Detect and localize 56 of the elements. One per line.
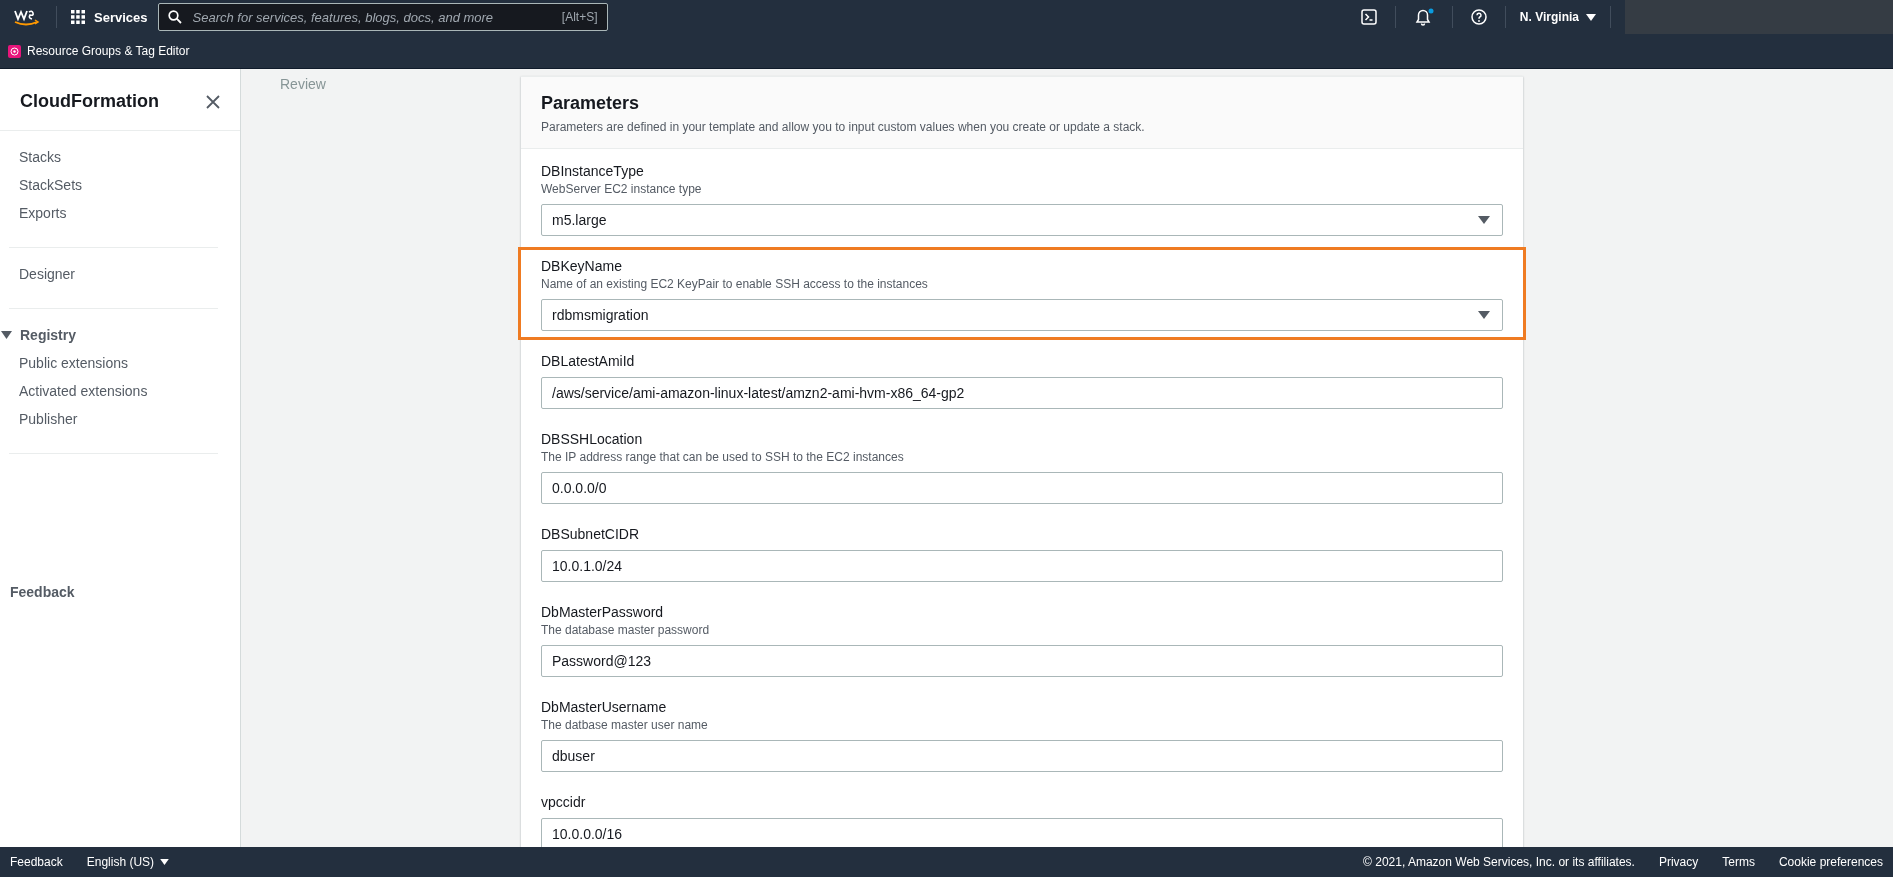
parameter-description: WebServer EC2 instance type [541, 182, 703, 196]
footer-link[interactable]: Terms [1722, 855, 1755, 869]
notifications-icon[interactable] [1413, 8, 1434, 26]
parameter-description: The datbase master user name [541, 718, 709, 732]
input-field[interactable]: Password@123 [541, 645, 1503, 677]
parameter-label: DbMasterPassword [541, 604, 665, 620]
sidebar-section-toggle[interactable]: Registry [1, 321, 218, 349]
select-field[interactable]: rdbmsmigration [541, 299, 1503, 331]
parameter-label: DBLatestAmiId [541, 353, 636, 369]
parameter-label: DBSubnetCIDR [541, 526, 641, 542]
terminal-icon[interactable] [1360, 9, 1377, 25]
region-selector[interactable]: N. Virginia [1519, 10, 1596, 24]
parameter-description: The database master password [541, 623, 711, 637]
help-icon[interactable] [1470, 9, 1487, 25]
dropdown-caret-icon [1478, 311, 1490, 319]
parameter-description: Name of an existing EC2 KeyPair to enable SSH access to the instances [541, 277, 929, 291]
sidebar-link[interactable]: Designer [9, 260, 218, 288]
input-field[interactable]: dbuser [541, 740, 1503, 772]
select-field[interactable]: m5.large [541, 204, 1503, 236]
sidebar-link[interactable]: Stacks [9, 143, 218, 171]
sidebar-link[interactable]: Exports [9, 199, 218, 227]
copyright-text: © 2021, Amazon Web Services, Inc. or its affiliates. [1363, 855, 1635, 869]
input-field[interactable]: /aws/service/ami-amazon-linux-latest/amzn2-ami-hvm-x86_64-gp2 [541, 377, 1503, 409]
card-title: Parameters [541, 93, 641, 114]
aws-logo-icon[interactable] [12, 7, 42, 27]
footer-feedback-link[interactable]: Feedback [10, 855, 63, 869]
parameter-label: DBInstanceType [541, 163, 645, 179]
services-menu-button[interactable]: Services [71, 9, 148, 25]
sidebar-link[interactable]: StackSets [9, 171, 218, 199]
parameter-label: DbMasterUsername [541, 699, 668, 715]
dropdown-caret-icon [1478, 216, 1490, 224]
search-icon [167, 10, 182, 24]
footer-link[interactable]: Cookie preferences [1778, 855, 1883, 869]
caret-icon [160, 859, 170, 865]
close-icon[interactable] [206, 94, 220, 109]
footer-link[interactable]: Privacy [1658, 855, 1699, 869]
service-icon [8, 44, 21, 58]
input-field[interactable]: 10.0.1.0/24 [541, 550, 1503, 582]
sidebar-link[interactable]: Activated extensions [9, 377, 218, 405]
input-field[interactable]: 0.0.0.0/0 [541, 472, 1503, 504]
language-selector[interactable]: English (US) [86, 855, 170, 869]
sidebar-title: CloudFormation [20, 91, 159, 112]
parameter-label: vpccidr [541, 794, 587, 810]
grid-icon [71, 10, 85, 24]
wizard-step-label: Review [280, 76, 326, 92]
feedback-link[interactable]: Feedback [0, 454, 240, 600]
favorite-service-link[interactable]: Resource Groups & Tag Editor [8, 44, 190, 58]
caret-icon [1586, 13, 1596, 21]
sidebar-link[interactable]: Public extensions [9, 349, 218, 377]
card-description: Parameters are defined in your template and allow you to input custom values when you create or update a stack. [541, 120, 1146, 134]
caret-icon [1, 331, 12, 339]
keyboard-shortcut: [Alt+S] [561, 10, 598, 24]
parameter-label: DBKeyName [541, 258, 623, 274]
sidebar-link[interactable]: Publisher [9, 405, 218, 433]
parameter-description: The IP address range that can be used to SSH to the EC2 instances [541, 450, 905, 464]
parameter-label: DBSSHLocation [541, 431, 644, 447]
